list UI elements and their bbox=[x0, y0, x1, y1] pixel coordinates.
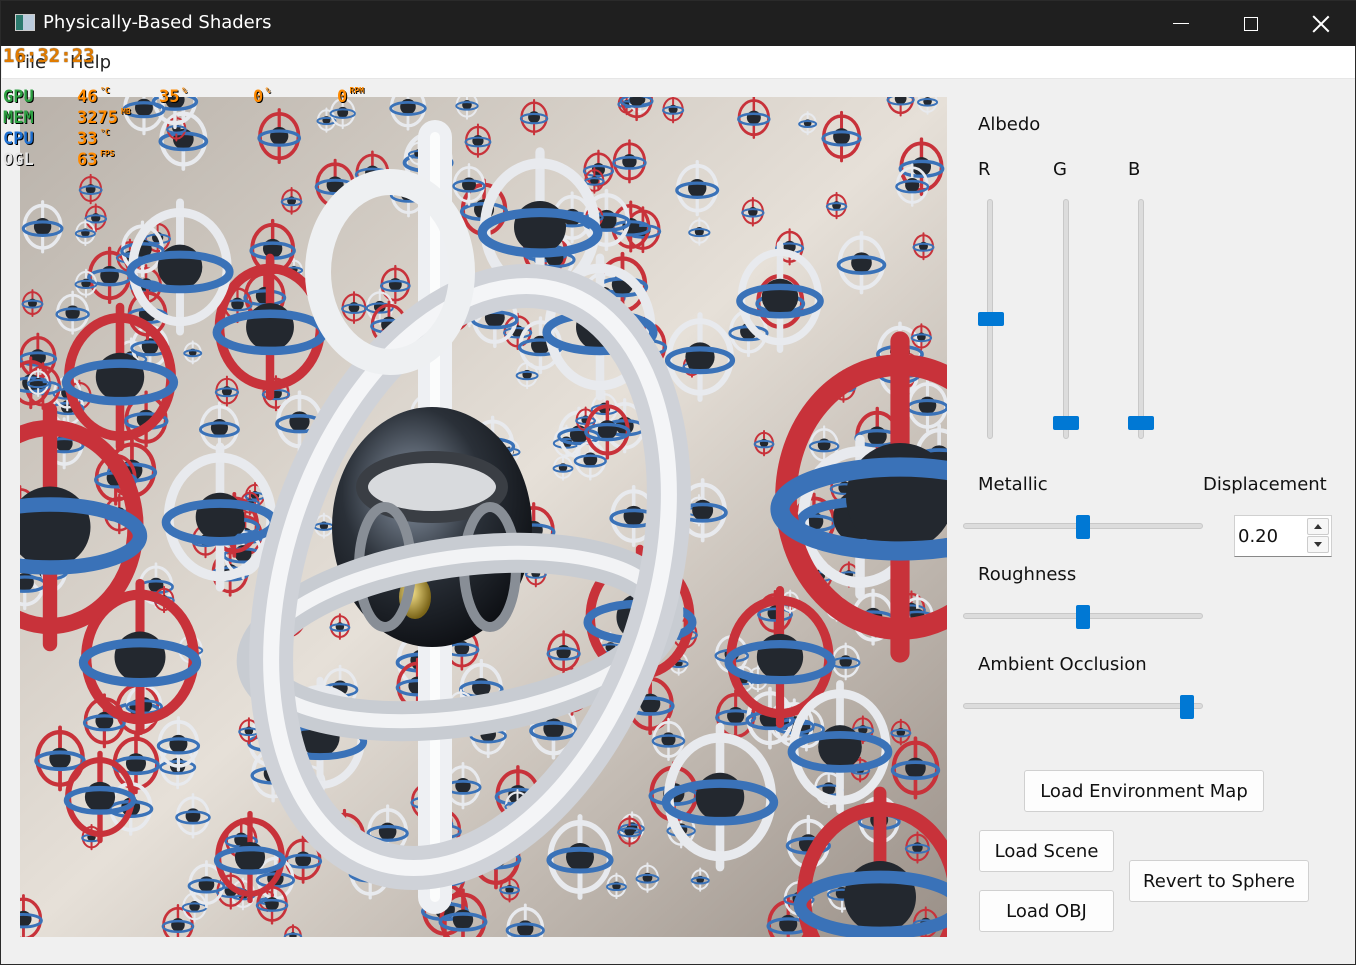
overlay-row-gpu: GPU 46 °C 35% 0% 0 RPM bbox=[3, 86, 383, 109]
overlay-unit: % bbox=[265, 86, 271, 95]
albedo-g-slider[interactable] bbox=[1063, 199, 1069, 439]
overlay-label: CPU bbox=[3, 129, 34, 149]
albedo-r-label: R bbox=[978, 159, 991, 180]
displacement-label: Displacement bbox=[1203, 474, 1327, 495]
overlay-unit: °C bbox=[100, 86, 110, 95]
overlay-value: 0 bbox=[253, 87, 264, 107]
minimize-icon bbox=[1173, 22, 1189, 25]
overlay-value: 0 bbox=[337, 87, 348, 107]
overlay-row-cpu: CPU 33 °C bbox=[3, 128, 383, 151]
app-window: Physically-Based Shaders File Help 16:32… bbox=[0, 0, 1356, 965]
close-icon bbox=[1312, 15, 1330, 33]
albedo-g-handle[interactable] bbox=[1053, 415, 1079, 430]
albedo-b-slider[interactable] bbox=[1138, 199, 1144, 439]
albedo-b-handle[interactable] bbox=[1128, 415, 1154, 430]
spin-up-button[interactable] bbox=[1307, 518, 1329, 535]
maximize-icon bbox=[1244, 16, 1258, 31]
window-title: Physically-Based Shaders bbox=[43, 12, 272, 33]
overlay-value: 63 bbox=[77, 150, 98, 170]
overlay-label: GPU bbox=[3, 87, 34, 107]
overlay-unit: RPM bbox=[349, 86, 364, 95]
load-obj-button[interactable]: Load OBJ bbox=[979, 890, 1114, 932]
menu-bar: File Help bbox=[2, 46, 1355, 79]
chevron-down-icon bbox=[1314, 542, 1322, 547]
albedo-label: Albedo bbox=[978, 114, 1041, 135]
overlay-value: 33 bbox=[77, 129, 98, 149]
overlay-value: 35 bbox=[159, 87, 180, 107]
displacement-value[interactable]: 0.20 bbox=[1238, 526, 1278, 547]
maximize-button[interactable] bbox=[1216, 1, 1286, 46]
load-environment-map-button[interactable]: Load Environment Map bbox=[1024, 770, 1264, 812]
ao-label: Ambient Occlusion bbox=[978, 654, 1147, 675]
metallic-label: Metallic bbox=[978, 474, 1048, 495]
overlay-row-ogl: OGL 63 FPS bbox=[3, 149, 383, 172]
close-button[interactable] bbox=[1286, 1, 1356, 46]
overlay-unit: % bbox=[182, 86, 187, 95]
overlay-unit: MB bbox=[121, 107, 131, 116]
roughness-label: Roughness bbox=[978, 564, 1077, 585]
albedo-r-handle[interactable] bbox=[978, 312, 1004, 326]
metallic-handle[interactable] bbox=[1076, 515, 1090, 539]
roughness-handle[interactable] bbox=[1076, 605, 1090, 629]
ao-handle[interactable] bbox=[1179, 695, 1194, 719]
render-viewport[interactable] bbox=[20, 97, 947, 937]
spin-down-button[interactable] bbox=[1307, 536, 1329, 553]
overlay-value: 3275 bbox=[77, 108, 118, 128]
overlay-label: OGL bbox=[3, 150, 34, 170]
title-bar[interactable]: Physically-Based Shaders bbox=[1, 1, 1356, 46]
rendered-scene bbox=[20, 97, 947, 937]
overlay-unit: FPS bbox=[100, 149, 115, 158]
revert-to-sphere-button[interactable]: Revert to Sphere bbox=[1129, 860, 1309, 902]
albedo-b-label: B bbox=[1128, 159, 1141, 180]
app-icon bbox=[15, 14, 35, 31]
minimize-button[interactable] bbox=[1146, 1, 1216, 46]
overlay-unit: °C bbox=[100, 128, 110, 137]
overlay-clock: 16:32:23 bbox=[3, 45, 95, 67]
overlay-row-mem: MEM 3275 MB bbox=[3, 107, 383, 130]
overlay-label: MEM bbox=[3, 108, 34, 128]
chevron-up-icon bbox=[1314, 524, 1322, 529]
ao-slider[interactable] bbox=[963, 703, 1203, 709]
albedo-g-label: G bbox=[1053, 159, 1067, 180]
displacement-spinbox[interactable]: 0.20 bbox=[1234, 515, 1332, 557]
overlay-value: 46 bbox=[77, 87, 98, 107]
load-scene-button[interactable]: Load Scene bbox=[979, 830, 1114, 872]
